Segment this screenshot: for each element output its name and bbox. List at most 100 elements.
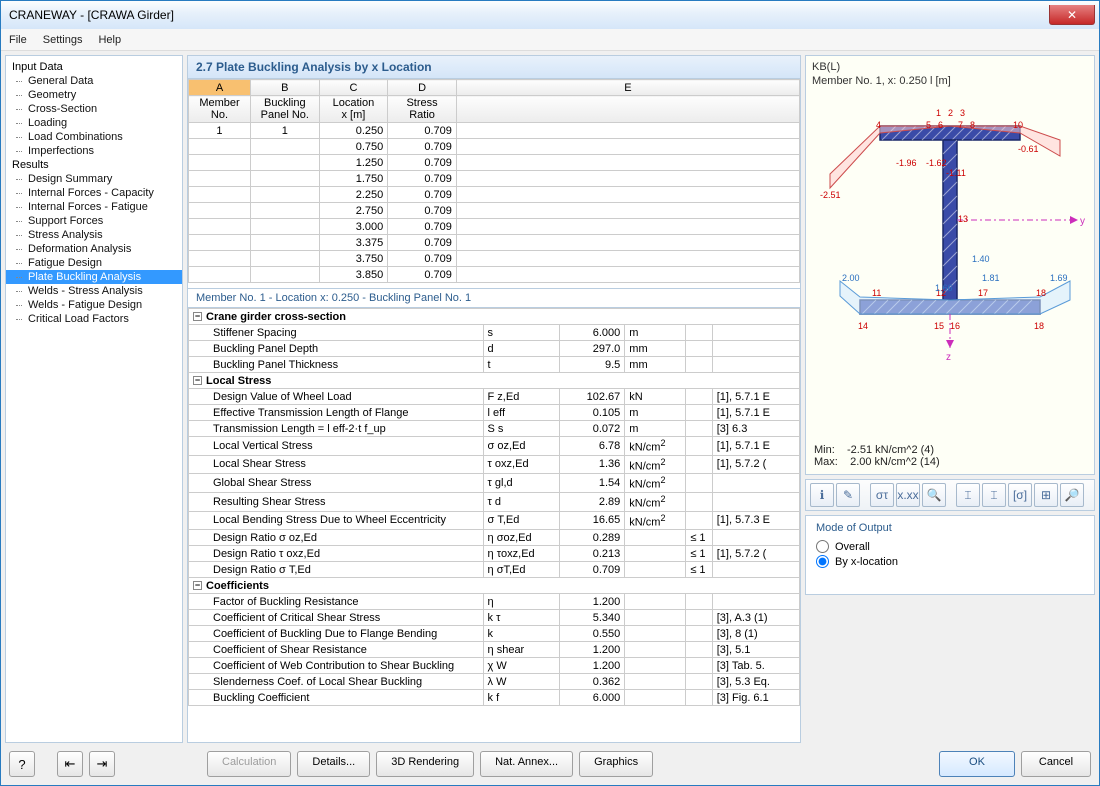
svg-text:1: 1 <box>936 108 941 118</box>
calculation-button[interactable]: Calculation <box>207 751 291 777</box>
svg-text:7: 7 <box>958 120 963 130</box>
diagram-viewport[interactable]: KB(L) Member No. 1, x: 0.250 l [m] <box>805 55 1095 475</box>
menu-bar: File Settings Help <box>1 29 1099 51</box>
diagram-label: KB(L) <box>812 60 1088 74</box>
table-row[interactable]: 3.0000.709 <box>189 219 800 235</box>
tree-item[interactable]: Support Forces <box>6 214 182 228</box>
window-title: CRANEWAY - [CRAWA Girder] <box>9 8 174 22</box>
view-tool-button[interactable]: ℹ <box>810 483 834 507</box>
detail-row[interactable]: Stiffener Spacings6.000m <box>189 325 800 341</box>
table-row[interactable]: 3.7500.709 <box>189 251 800 267</box>
detail-row[interactable]: Coefficient of Web Contribution to Shear… <box>189 658 800 674</box>
tree-item[interactable]: Welds - Stress Analysis <box>6 284 182 298</box>
help-button[interactable]: ? <box>9 751 35 777</box>
ok-button[interactable]: OK <box>939 751 1015 777</box>
tree-item[interactable]: Deformation Analysis <box>6 242 182 256</box>
view-tool-button[interactable]: ⌶ <box>982 483 1006 507</box>
detail-row[interactable]: Buckling Coefficientk f6.000[3] Fig. 6.1 <box>189 690 800 706</box>
tree-item[interactable]: Internal Forces - Fatigue <box>6 200 182 214</box>
detail-row[interactable]: Buckling Panel Thicknesst9.5mm <box>189 357 800 373</box>
table-row[interactable]: 0.7500.709 <box>189 139 800 155</box>
results-table[interactable]: ABCDE MemberNo.BucklingPanel No.Location… <box>187 79 801 289</box>
detail-row[interactable]: Resulting Shear Stressτ d2.89kN/cm2 <box>189 492 800 511</box>
tree-item[interactable]: Critical Load Factors <box>6 312 182 326</box>
cancel-button[interactable]: Cancel <box>1021 751 1091 777</box>
detail-row[interactable]: Buckling Panel Depthd297.0mm <box>189 341 800 357</box>
menu-help[interactable]: Help <box>98 34 121 46</box>
mode-option-by-x[interactable]: By x-location <box>816 555 1084 568</box>
menu-settings[interactable]: Settings <box>43 34 83 46</box>
table-row[interactable]: 3.3750.709 <box>189 235 800 251</box>
detail-row[interactable]: Coefficient of Shear Resistanceη shear1.… <box>189 642 800 658</box>
tree-item[interactable]: Geometry <box>6 88 182 102</box>
next-tab-button[interactable]: ⇥ <box>89 751 115 777</box>
detail-subheader: Member No. 1 - Location x: 0.250 - Buckl… <box>187 289 801 308</box>
menu-file[interactable]: File <box>9 34 27 46</box>
detail-row[interactable]: Coefficient of Critical Shear Stressk τ5… <box>189 610 800 626</box>
tree-item[interactable]: Imperfections <box>6 144 182 158</box>
table-row[interactable]: 2.7500.709 <box>189 203 800 219</box>
table-row[interactable]: 2.2500.709 <box>189 187 800 203</box>
view-tool-button[interactable]: ⊞ <box>1034 483 1058 507</box>
prev-tab-button[interactable]: ⇤ <box>57 751 83 777</box>
view-tool-button[interactable]: [σ] <box>1008 483 1032 507</box>
view-tool-button[interactable]: 🔍 <box>922 483 946 507</box>
table-row[interactable]: 110.2500.709 <box>189 123 800 139</box>
mode-of-output: Mode of Output Overall By x-location <box>805 515 1095 595</box>
detail-row[interactable]: Design Ratio σ oz,Edη σoz,Ed0.289≤ 1 <box>189 530 800 546</box>
table-row[interactable]: 3.8500.709 <box>189 267 800 283</box>
mode-option-overall[interactable]: Overall <box>816 540 1084 553</box>
tree-item[interactable]: General Data <box>6 74 182 88</box>
tree-item[interactable]: Plate Buckling Analysis <box>6 270 182 284</box>
graphics-button[interactable]: Graphics <box>579 751 653 777</box>
tree-item[interactable]: Internal Forces - Capacity <box>6 186 182 200</box>
panel-title: 2.7 Plate Buckling Analysis by x Locatio… <box>187 55 801 79</box>
view-tool-button[interactable]: ⌶ <box>956 483 980 507</box>
detail-row[interactable]: Effective Transmission Length of Flangel… <box>189 405 800 421</box>
detail-row[interactable]: Global Shear Stressτ gl,d1.54kN/cm2 <box>189 474 800 493</box>
close-button[interactable]: ✕ <box>1049 5 1095 25</box>
table-row[interactable]: 1.7500.709 <box>189 171 800 187</box>
svg-text:-2.51: -2.51 <box>820 190 841 200</box>
detail-row[interactable]: Design Ratio σ T,Edη σT,Ed0.709≤ 1 <box>189 562 800 578</box>
detail-row[interactable]: Slenderness Coef. of Local Shear Bucklin… <box>189 674 800 690</box>
nat-annex-button[interactable]: Nat. Annex... <box>480 751 573 777</box>
detail-row[interactable]: Transmission Length = l eff-2·t f_upS s0… <box>189 421 800 437</box>
svg-text:4: 4 <box>876 120 881 130</box>
tree-item[interactable]: Loading <box>6 116 182 130</box>
tree-item[interactable]: Cross-Section <box>6 102 182 116</box>
detail-row[interactable]: Design Ratio τ oxz,Edη τoxz,Ed0.213≤ 1[1… <box>189 546 800 562</box>
tree-item[interactable]: Design Summary <box>6 172 182 186</box>
tree-item[interactable]: Stress Analysis <box>6 228 182 242</box>
svg-text:-1.62: -1.62 <box>926 158 947 168</box>
tree-item[interactable]: Fatigue Design <box>6 256 182 270</box>
view-tool-button[interactable]: x.xx <box>896 483 920 507</box>
detail-table[interactable]: −Crane girder cross-sectionStiffener Spa… <box>187 308 801 743</box>
details-button[interactable]: Details... <box>297 751 370 777</box>
detail-row[interactable]: Local Shear Stressτ oxz,Ed1.36kN/cm2[1],… <box>189 455 800 474</box>
svg-text:5: 5 <box>926 120 931 130</box>
title-bar: CRANEWAY - [CRAWA Girder] ✕ <box>1 1 1099 29</box>
view-tool-button[interactable]: 🔎 <box>1060 483 1084 507</box>
detail-row[interactable]: Local Vertical Stressσ oz,Ed6.78kN/cm2[1… <box>189 437 800 456</box>
tree-group-results[interactable]: Results <box>6 158 182 172</box>
min-label: Min: <box>814 444 835 456</box>
svg-text:1.40: 1.40 <box>972 254 990 264</box>
rendering-button[interactable]: 3D Rendering <box>376 751 474 777</box>
svg-text:1.66: 1.66 <box>935 283 953 293</box>
max-value: 2.00 kN/cm^2 (14) <box>850 456 940 468</box>
detail-row[interactable]: Design Value of Wheel LoadF z,Ed102.67kN… <box>189 389 800 405</box>
view-tool-button[interactable]: στ <box>870 483 894 507</box>
tree-group-input[interactable]: Input Data <box>6 60 182 74</box>
svg-text:17: 17 <box>978 288 988 298</box>
svg-text:15: 15 <box>934 321 944 331</box>
tree-item[interactable]: Welds - Fatigue Design <box>6 298 182 312</box>
detail-row[interactable]: Local Bending Stress Due to Wheel Eccent… <box>189 511 800 530</box>
svg-text:1.69: 1.69 <box>1050 273 1068 283</box>
tree-item[interactable]: Load Combinations <box>6 130 182 144</box>
view-tool-button[interactable]: ✎ <box>836 483 860 507</box>
svg-text:18: 18 <box>1034 321 1044 331</box>
table-row[interactable]: 1.2500.709 <box>189 155 800 171</box>
detail-row[interactable]: Factor of Buckling Resistanceη1.200 <box>189 594 800 610</box>
detail-row[interactable]: Coefficient of Buckling Due to Flange Be… <box>189 626 800 642</box>
